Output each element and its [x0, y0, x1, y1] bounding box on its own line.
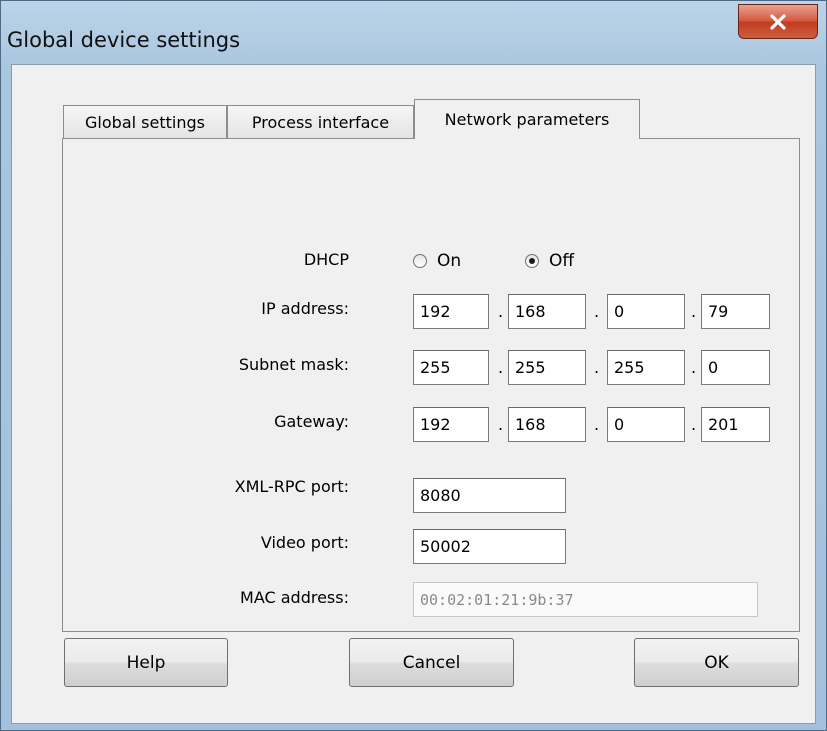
radio-unchecked-icon: [413, 254, 427, 268]
mac-address-label: MAC address:: [240, 588, 349, 607]
xmlrpc-port-label: XML-RPC port:: [234, 477, 349, 496]
video-port-field[interactable]: 50002: [413, 529, 566, 564]
video-port-label: Video port:: [260, 533, 349, 552]
tab-network-parameters[interactable]: Network parameters: [414, 99, 640, 139]
help-button-label: Help: [126, 652, 166, 673]
radio-checked-icon: [525, 254, 539, 268]
subnet-octet-3-field[interactable]: 255: [607, 350, 685, 385]
tab-process-interface[interactable]: Process interface: [227, 105, 414, 139]
ip-separator: .: [594, 302, 600, 321]
gateway-octet-2-field[interactable]: 168: [508, 407, 586, 442]
gateway-separator: .: [594, 415, 600, 434]
subnet-separator: .: [691, 358, 697, 377]
dhcp-label: DHCP: [303, 250, 349, 269]
dhcp-on-label: On: [437, 251, 462, 271]
subnet-octet-2-field[interactable]: 255: [508, 350, 586, 385]
help-button[interactable]: Help: [64, 638, 228, 687]
tab-label: Network parameters: [444, 110, 610, 129]
gateway-octet-3-field[interactable]: 0: [607, 407, 685, 442]
ip-octet-4-field[interactable]: 79: [701, 294, 770, 329]
ok-button-label: OK: [704, 652, 729, 673]
tab-label: Global settings: [85, 113, 205, 132]
dialog-window: Global device settings Global settings P…: [0, 0, 827, 731]
mac-address-field: 00:02:01:21:9b:37: [413, 582, 758, 617]
subnet-mask-label: Subnet mask:: [238, 355, 349, 374]
ok-button[interactable]: OK: [634, 638, 799, 687]
gateway-octet-4-field[interactable]: 201: [701, 407, 770, 442]
window-title: Global device settings: [7, 28, 241, 52]
subnet-octet-4-field[interactable]: 0: [701, 350, 770, 385]
cancel-button-label: Cancel: [402, 652, 461, 673]
gateway-separator: .: [498, 415, 504, 434]
tab-global-settings[interactable]: Global settings: [63, 105, 227, 139]
ip-address-label: IP address:: [261, 299, 349, 318]
ip-separator: .: [498, 302, 504, 321]
title-bar[interactable]: Global device settings: [1, 1, 826, 63]
subnet-octet-1-field[interactable]: 255: [413, 350, 489, 385]
subnet-separator: .: [498, 358, 504, 377]
close-button[interactable]: [738, 4, 818, 39]
gateway-label: Gateway:: [274, 412, 349, 431]
ip-octet-1-field[interactable]: 192: [413, 294, 489, 329]
dialog-client-area: Global settings Process interface Networ…: [11, 64, 816, 724]
cancel-button[interactable]: Cancel: [349, 638, 514, 687]
ip-octet-3-field[interactable]: 0: [607, 294, 685, 329]
dhcp-off-label: Off: [549, 251, 575, 271]
dhcp-on-radio[interactable]: On: [413, 251, 461, 271]
ip-separator: .: [691, 302, 697, 321]
close-icon: [770, 13, 786, 30]
subnet-separator: .: [594, 358, 600, 377]
gateway-separator: .: [691, 415, 697, 434]
network-parameters-panel: DHCP On Off IP address: 192 . 168 . 0 . …: [62, 138, 800, 632]
gateway-octet-1-field[interactable]: 192: [413, 407, 489, 442]
dhcp-off-radio[interactable]: Off: [525, 251, 574, 271]
ip-octet-2-field[interactable]: 168: [508, 294, 586, 329]
xmlrpc-port-field[interactable]: 8080: [413, 478, 566, 513]
tab-label: Process interface: [251, 113, 390, 132]
